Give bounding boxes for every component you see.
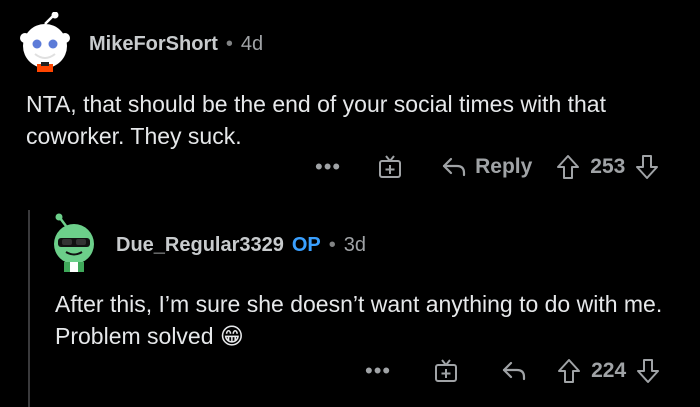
comment-age: 4d [240, 33, 264, 55]
comment-body: After this, I’m sure she doesn’t want an… [55, 291, 663, 349]
upvote-icon[interactable] [557, 358, 581, 384]
username[interactable]: MikeForShort [89, 33, 218, 56]
comment: MikeForShort • 4d NTA, that should be th… [0, 0, 700, 205]
comment-age: 3d [343, 234, 367, 256]
reply-button[interactable]: Reply [441, 155, 532, 179]
comment-meta: Due_Regular3329 OP • 3d [116, 234, 366, 257]
separator-dot: • [328, 234, 336, 256]
vote-score: 224 [591, 359, 627, 382]
snoo-avatar-icon[interactable] [44, 212, 104, 272]
snoo-avatar-icon[interactable] [15, 11, 75, 72]
username[interactable]: Due_Regular3329 [116, 234, 284, 257]
more-options-button[interactable]: ••• [315, 154, 341, 180]
reply-arrow-icon[interactable] [501, 360, 527, 382]
op-badge: OP [291, 234, 321, 256]
vote-score: 253 [590, 155, 626, 178]
award-icon[interactable] [377, 154, 403, 180]
comment-body: NTA, that should be the end of your soci… [26, 91, 606, 149]
comment-actions: ••• Reply 253 [315, 154, 659, 180]
reply-comment: Due_Regular3329 OP • 3d After this, I’m … [0, 196, 700, 407]
comment-meta: MikeForShort • 4d [89, 33, 263, 56]
upvote-icon[interactable] [556, 154, 580, 180]
vote-controls: 253 [556, 154, 659, 180]
comment-actions: ••• 224 [365, 358, 660, 384]
separator-dot: • [225, 33, 233, 55]
award-icon[interactable] [433, 358, 459, 384]
more-options-button[interactable]: ••• [365, 358, 391, 384]
downvote-icon[interactable] [636, 358, 660, 384]
downvote-icon[interactable] [635, 154, 659, 180]
vote-controls: 224 [557, 358, 660, 384]
reply-label: Reply [475, 155, 533, 178]
reply-arrow-icon [441, 156, 467, 178]
